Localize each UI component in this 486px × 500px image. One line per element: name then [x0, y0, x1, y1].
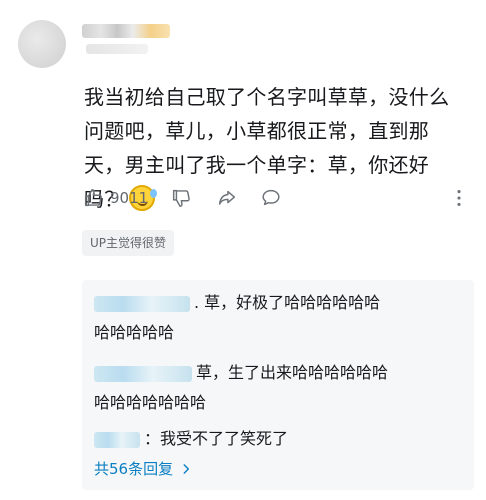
reply-text-line1: 草，生了出来哈哈哈哈哈哈: [196, 363, 389, 382]
thumb-down-icon: [172, 189, 190, 207]
like-count: 9011: [110, 189, 149, 207]
reply-username-blurred[interactable]: [94, 295, 190, 312]
thumb-up-icon: [84, 189, 102, 207]
reply-username-blurred[interactable]: [94, 431, 140, 448]
like-button[interactable]: 9011: [82, 184, 148, 212]
reply-username-blurred[interactable]: [94, 365, 192, 382]
reply-item: 草，生了出来哈哈哈哈哈哈 哈哈哈哈哈哈哈: [94, 358, 464, 418]
more-icon: [457, 190, 461, 206]
username-blurred[interactable]: [82, 24, 170, 38]
more-button[interactable]: [448, 184, 470, 212]
avatar[interactable]: [18, 20, 66, 68]
chevron-right-icon: [183, 463, 190, 474]
reply-text-line1: . 草，好极了哈哈哈哈哈哈: [194, 293, 381, 312]
reply-item: ：我受不了了笑死了: [94, 424, 464, 454]
comment-actions: 9011: [82, 184, 472, 212]
up-liked-badge: UP主觉得很赞: [82, 230, 175, 256]
dislike-button[interactable]: [170, 184, 192, 212]
comment-meta-blurred: [86, 44, 148, 54]
share-button[interactable]: [216, 184, 238, 212]
reply-item: . 草，好极了哈哈哈哈哈哈 哈哈哈哈哈: [94, 288, 464, 348]
share-icon: [218, 190, 236, 205]
reply-text-line2: 哈哈哈哈哈哈哈: [94, 393, 207, 412]
reply-text-line1: ：我受不了了笑死了: [144, 429, 289, 448]
more-replies-label: 共56条回复: [94, 460, 174, 478]
reply-button[interactable]: [260, 184, 282, 212]
more-replies-link[interactable]: 共56条回复: [94, 458, 193, 479]
reply-text-line2: 哈哈哈哈哈: [94, 323, 175, 342]
reply-box: . 草，好极了哈哈哈哈哈哈 哈哈哈哈哈 草，生了出来哈哈哈哈哈哈 哈哈哈哈哈哈哈…: [82, 280, 474, 490]
comment-icon: [262, 189, 280, 206]
